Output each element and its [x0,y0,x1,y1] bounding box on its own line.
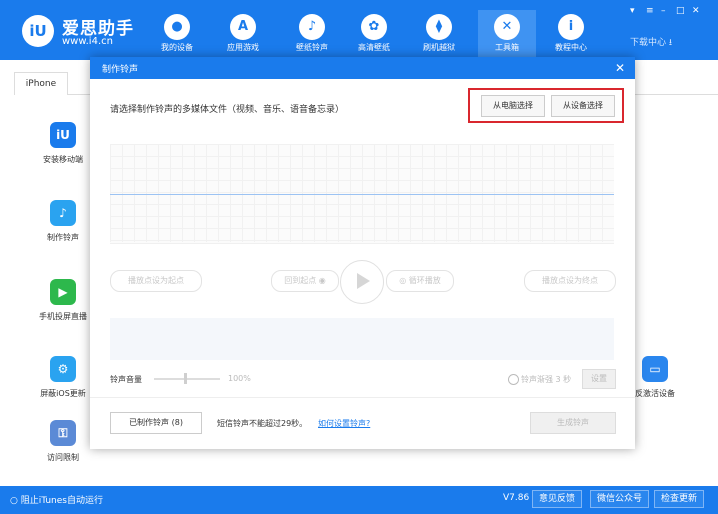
clip-info-panel [110,318,614,360]
download-center-button[interactable]: 下载中心 ⭳ [630,35,672,51]
feedback-button[interactable]: 意见反馈 [532,490,583,508]
fade-in-checkbox[interactable] [508,374,519,385]
volume-value: 100% [228,374,251,383]
tool-screen-mirror[interactable]: ▶ 手机投屏直播 [28,279,98,322]
app-url: www.i4.cn [62,36,113,47]
version-label: V7.86 [503,493,530,503]
made-ringtones-button[interactable]: 已制作铃声 (8) [110,412,202,434]
waveform-baseline [110,194,614,195]
check-update-button[interactable]: 检查更新 [654,490,705,508]
menu-icon[interactable]: ≡ [646,6,654,16]
nav-label: 工具箱 [495,43,519,52]
nav-label: 教程中心 [555,43,587,52]
tool-access-restrictions[interactable]: ⚿ 访问限制 [28,420,98,463]
loop-check-icon: ◎ [399,276,407,285]
key-icon: ⚿ [50,420,76,446]
generate-ringtone-button[interactable]: 生成铃声 [530,412,616,434]
select-from-device-button[interactable]: 从设备选择 [551,95,615,117]
fade-settings-button[interactable]: 设置 [582,369,616,389]
tablet-icon: ▭ [642,356,668,382]
nav-label: 高清壁纸 [358,43,390,52]
tool-label: 屏蔽iOS更新 [40,389,86,398]
apple-icon: ● [164,14,190,40]
set-end-button[interactable]: 播放点设为终点 [524,270,616,292]
sms-ringtone-note: 短信铃声不能超过29秒。 [217,419,308,428]
gear-block-icon: ⚙ [50,356,76,382]
dialog-header [90,57,635,79]
dialog-close-icon[interactable]: ✕ [611,57,629,79]
nav-wallpapers[interactable]: ✿ 高清壁纸 [345,10,403,60]
rewind-icon: ◉ [318,276,326,285]
nav-label: 应用游戏 [227,43,259,52]
wechat-button[interactable]: 微信公众号 [590,490,650,508]
volume-slider[interactable] [154,378,220,380]
tab-iphone[interactable]: iPhone [14,72,68,95]
bell-icon: ♪ [299,14,325,40]
block-itunes-label: 阻止iTunes自动运行 [20,496,103,506]
flower-icon: ✿ [361,14,387,40]
close-icon[interactable]: ✕ [692,6,700,16]
bell-plus-icon: ♪ [50,200,76,226]
tool-block-ios-update[interactable]: ⚙ 屏蔽iOS更新 [28,356,98,399]
nav-label: 壁纸铃声 [296,43,328,52]
fade-in-label: 铃声渐强 3 秒 [521,375,572,384]
nav-label: 我的设备 [161,43,193,52]
nav-ringtones[interactable]: ♪ 壁纸铃声 [283,10,341,60]
nav-my-device[interactable]: ● 我的设备 [148,10,206,60]
tool-install-mobile[interactable]: iU 安装移动端 [28,122,98,165]
tool-make-ringtone[interactable]: ♪ 制作铃声 [28,200,98,243]
volume-slider-handle[interactable] [184,373,187,384]
app-store-icon: A [230,14,256,40]
waveform-grid [110,144,614,242]
back-to-start-label: 回到起点 [284,276,317,285]
tool-label: 安装移动端 [43,155,83,164]
how-to-set-ringtone-link[interactable]: 如何设置铃声? [318,418,370,429]
tool-label: 制作铃声 [47,233,79,242]
minimize-icon[interactable]: – [661,6,666,16]
block-itunes-toggle[interactable]: ○ 阻止iTunes自动运行 [10,493,103,506]
loop-play-label: 循环播放 [408,276,441,285]
dialog-divider [90,397,635,398]
info-icon: i [558,14,584,40]
i4-app-icon: iU [50,122,76,148]
dialog-title: 制作铃声 [102,65,139,75]
tools-icon: ✕ [494,14,520,40]
nav-toolbox[interactable]: ✕ 工具箱 [478,10,536,60]
play-icon [357,273,370,289]
nav-apps-games[interactable]: A 应用游戏 [214,10,272,60]
box-icon: ⧫ [426,14,452,40]
nav-flash-jailbreak[interactable]: ⧫ 刷机越狱 [410,10,468,60]
tool-label: 手机投屏直播 [39,312,87,321]
app-logo: iU [22,15,54,47]
back-to-start-button[interactable]: 回到起点 ◉ [271,270,339,292]
set-start-button[interactable]: 播放点设为起点 [110,270,202,292]
file-select-prompt: 请选择制作铃声的多媒体文件（视频、音乐、语音备忘录） [110,105,345,115]
screen-mirror-icon: ▶ [50,279,76,305]
shirt-icon[interactable]: ▾ [630,6,635,16]
nav-label: 刷机越狱 [423,43,455,52]
tool-label: 访问限制 [47,453,79,462]
maximize-icon[interactable]: □ [676,6,685,16]
select-from-pc-button[interactable]: 从电脑选择 [481,95,545,117]
volume-label: 铃声音量 [110,375,142,384]
nav-tutorials[interactable]: i 教程中心 [542,10,600,60]
loop-play-toggle[interactable]: ◎ 循环播放 [386,270,454,292]
